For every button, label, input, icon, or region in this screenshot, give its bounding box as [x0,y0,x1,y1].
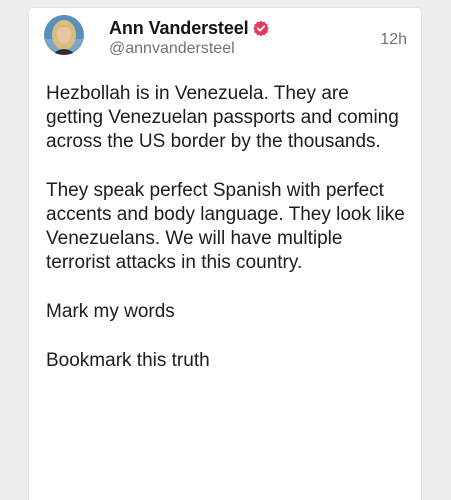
post-paragraph: Mark my words [46,301,175,322]
verified-badge-icon [252,20,269,36]
author-name-row: Ann Vandersteel [109,17,269,39]
post-timestamp[interactable]: 12h [380,30,407,50]
avatar[interactable] [44,15,84,55]
post-paragraph: They speak perfect Spanish with perfect … [46,180,405,273]
author-display-name[interactable]: Ann Vandersteel [109,17,249,39]
post-card[interactable]: Ann Vandersteel @annvandersteel 12h Hezb… [28,7,422,500]
post-body: Hezbollah is in Venezuela. They are gett… [46,82,406,398]
post-paragraph: Hezbollah is in Venezuela. They are gett… [46,83,399,152]
author-handle[interactable]: @annvandersteel [109,39,235,59]
post-paragraph: Bookmark this truth [46,350,210,371]
